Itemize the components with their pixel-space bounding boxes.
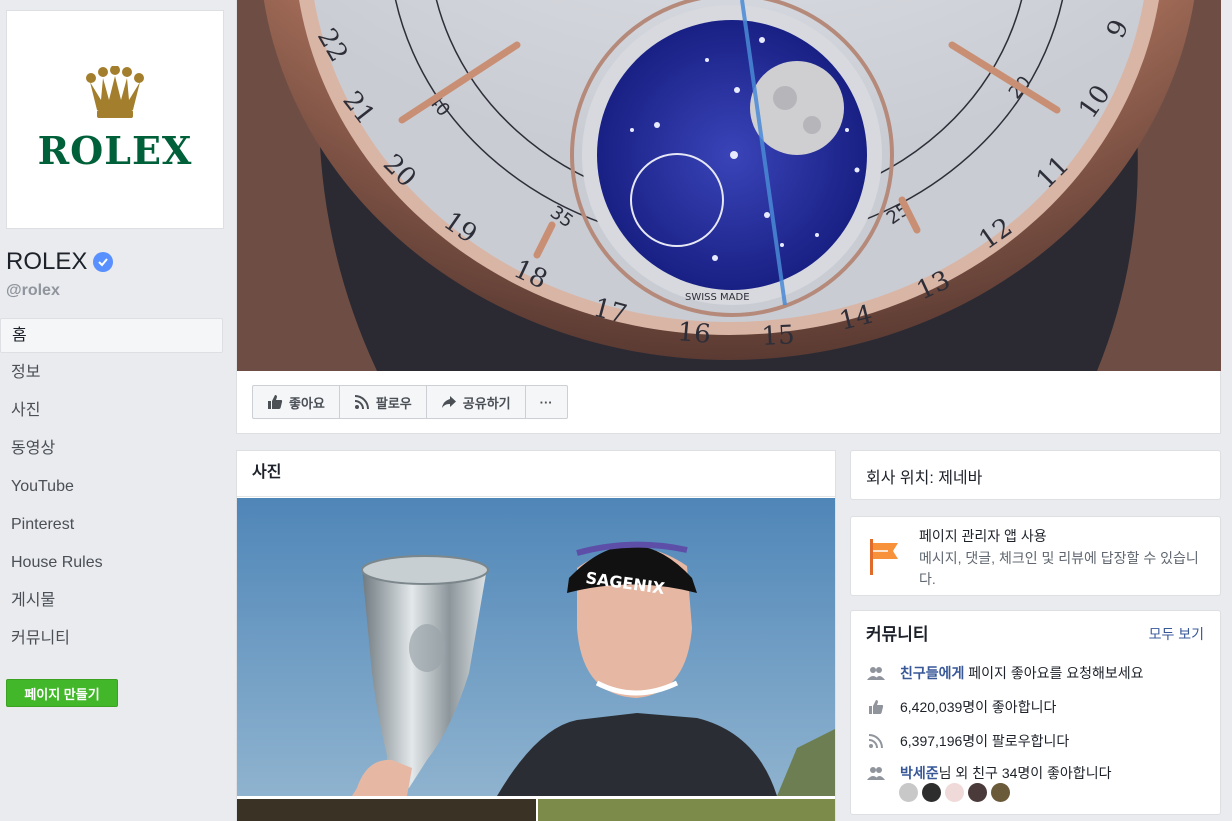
photos-card: 사진 SAGENIX — [236, 450, 836, 821]
like-label: 좋아요 — [289, 395, 325, 411]
nav-item-photos[interactable]: 사진 — [0, 393, 223, 431]
photo-thumbnail[interactable] — [237, 799, 536, 821]
follow-button[interactable]: 팔로우 — [340, 386, 427, 418]
share-label: 공유하기 — [462, 395, 511, 411]
page-manager-card[interactable]: 페이지 관리자 앱 사용 메시지, 댓글, 체크인 및 리뷰에 답장할 수 있습… — [850, 516, 1221, 596]
dial-number: 16 — [676, 317, 712, 350]
follows-row: 6,397,196명이 팔로우합니다 — [866, 731, 1069, 751]
follow-label: 팔로우 — [375, 395, 412, 411]
location-text: 회사 위치: 제네바 — [866, 470, 983, 487]
photo-thumbnail[interactable] — [538, 799, 835, 821]
invite-friends-link[interactable]: 친구들에게 — [900, 665, 964, 681]
rss-icon — [354, 395, 369, 410]
more-icon: ··· — [539, 394, 553, 410]
dial-number: 15 — [761, 320, 796, 352]
invite-text: 페이지 좋아요를 요청해보세요 — [964, 665, 1144, 681]
nav-item-home[interactable]: 홈 — [0, 318, 223, 353]
avatar[interactable] — [991, 783, 1010, 802]
nav-item-community[interactable]: 커뮤니티 — [0, 621, 223, 659]
likes-row: 6,420,039명이 좋아합니다 — [866, 697, 1056, 717]
friend-name-link[interactable]: 박세준 — [900, 765, 939, 781]
avatar[interactable] — [922, 783, 941, 802]
location-card: 회사 위치: 제네바 — [850, 450, 1221, 500]
left-sidebar: ROLEX ROLEX @rolex 홈 정보 사진 동영상 YouTube P… — [0, 0, 230, 821]
manager-title: 페이지 관리자 앱 사용 — [919, 528, 1047, 544]
likes-count: 6,420,039명이 좋아합니다 — [900, 699, 1057, 715]
featured-photo[interactable]: SAGENIX — [237, 498, 835, 796]
thumbs-up-icon — [268, 395, 283, 409]
friend-avatars — [899, 783, 1010, 802]
nav-item-posts[interactable]: 게시물 — [0, 583, 223, 621]
more-options-button[interactable]: ··· — [526, 386, 567, 418]
nav-item-pinterest[interactable]: Pinterest — [0, 507, 223, 545]
avatar[interactable] — [945, 783, 964, 802]
crown-icon — [86, 66, 144, 118]
nav-item-about[interactable]: 정보 — [0, 355, 223, 393]
share-arrow-icon — [441, 396, 456, 408]
see-all-link[interactable]: 모두 보기 — [1149, 624, 1204, 644]
share-button[interactable]: 공유하기 — [427, 386, 526, 418]
create-page-button[interactable]: 페이지 만들기 — [6, 679, 118, 707]
avatar[interactable] — [899, 783, 918, 802]
page-title[interactable]: ROLEX — [6, 248, 114, 276]
profile-picture[interactable]: ROLEX — [6, 10, 224, 229]
rolex-wordmark: ROLEX — [37, 128, 193, 173]
people-icon — [866, 666, 886, 680]
page-nav: 홈 정보 사진 동영상 YouTube Pinterest House Rule… — [0, 318, 223, 659]
nav-item-youtube[interactable]: YouTube — [0, 469, 223, 507]
rss-icon — [866, 733, 886, 749]
nav-item-house-rules[interactable]: House Rules — [0, 545, 223, 583]
community-card: 커뮤니티 모두 보기 친구들에게 페이지 좋아요를 요청해보세요 6,420,0… — [850, 610, 1221, 815]
manager-description: 메시지, 댓글, 체크인 및 리뷰에 답장할 수 있습니다. — [919, 550, 1199, 587]
cover-photo[interactable]: 22 21 20 19 18 17 16 15 14 13 12 11 10 9… — [237, 0, 1221, 371]
verified-badge-icon — [93, 252, 114, 272]
friends-like-text: 님 외 친구 34명이 좋아합니다 — [938, 765, 1112, 781]
like-button[interactable]: 좋아요 — [253, 386, 340, 418]
thumbs-up-icon — [866, 699, 886, 715]
swiss-made-text: SWISS MADE — [685, 292, 750, 303]
people-icon — [866, 766, 886, 780]
nav-item-videos[interactable]: 동영상 — [0, 431, 223, 469]
cover-card: 22 21 20 19 18 17 16 15 14 13 12 11 10 9… — [236, 0, 1221, 434]
photos-title[interactable]: 사진 — [237, 451, 835, 497]
avatar[interactable] — [968, 783, 987, 802]
friends-like-row: 박세준님 외 친구 34명이 좋아합니다 — [866, 763, 1111, 783]
follows-count: 6,397,196명이 팔로우합니다 — [900, 733, 1070, 749]
page-name-text: ROLEX — [6, 248, 88, 275]
page-handle[interactable]: @rolex — [6, 282, 60, 300]
flag-icon — [870, 539, 898, 575]
community-title: 커뮤니티 — [866, 625, 929, 644]
invite-friends-row: 친구들에게 페이지 좋아요를 요청해보세요 — [866, 663, 1144, 683]
page-action-bar: 좋아요 팔로우 공유하기 ··· — [252, 385, 568, 419]
